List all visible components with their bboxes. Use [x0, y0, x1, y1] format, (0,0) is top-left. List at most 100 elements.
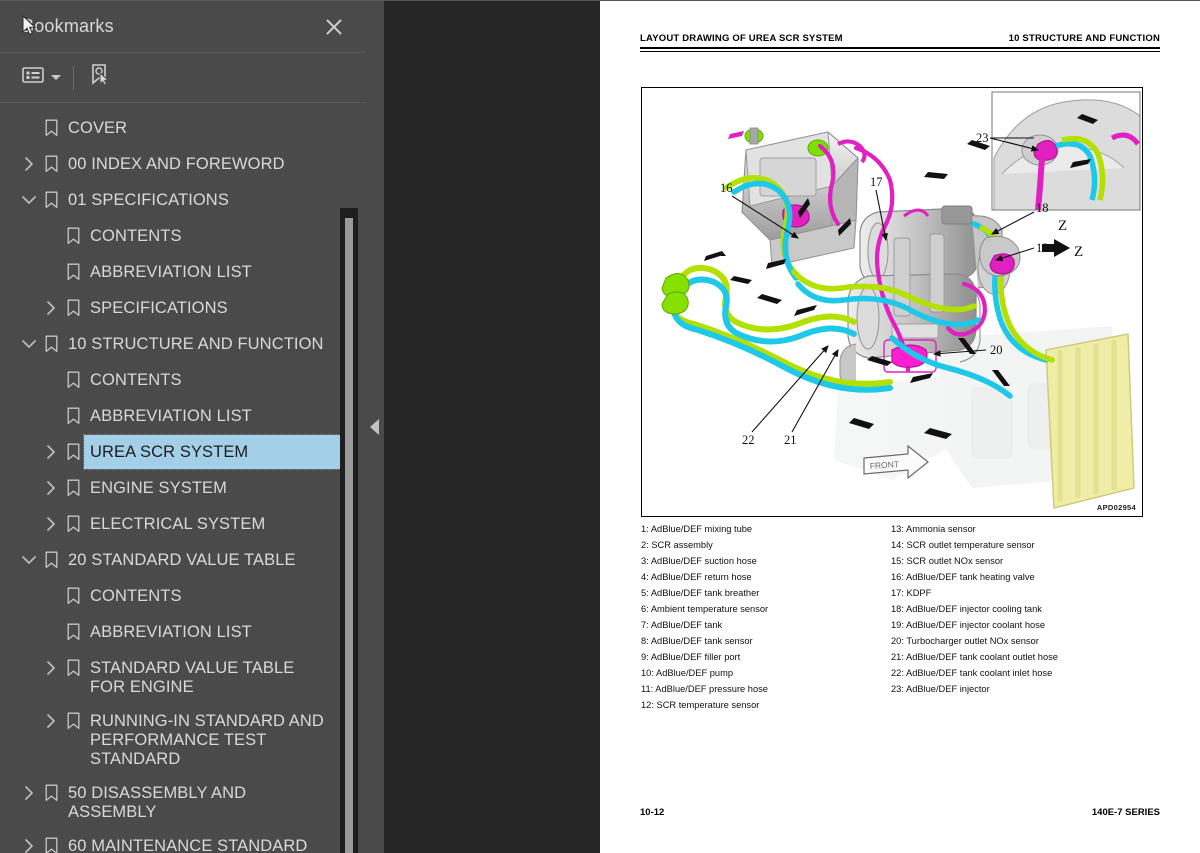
chevron-right-icon[interactable]: [40, 704, 62, 738]
legend-item: 8: AdBlue/DEF tank sensor: [641, 636, 753, 646]
chevron-right-icon[interactable]: [18, 147, 40, 181]
bookmark-ribbon-icon: [62, 255, 84, 289]
bookmark-label: 20 STANDARD VALUE TABLE: [68, 551, 296, 569]
legend-item: 9: AdBlue/DEF filler port: [641, 652, 741, 662]
bookmark-ribbon-icon: [40, 829, 62, 853]
svg-text:FRONT: FRONT: [869, 459, 899, 471]
legend-item: 12: SCR temperature sensor: [641, 700, 760, 710]
page-header: LAYOUT DRAWING OF UREA SCR SYSTEM 10 STR…: [640, 33, 1160, 44]
chevron-right-icon[interactable]: [40, 507, 62, 541]
bookmark-item[interactable]: ABBREVIATION LIST: [0, 399, 366, 435]
bookmark-item[interactable]: CONTENTS: [0, 219, 366, 255]
bookmarks-scrollbar-thumb[interactable]: [345, 218, 353, 853]
bookmark-label: ABBREVIATION LIST: [90, 263, 252, 281]
svg-text:20: 20: [990, 343, 1003, 357]
list-options-icon: [22, 66, 44, 89]
bookmark-item[interactable]: 01 SPECIFICATIONS: [0, 183, 366, 219]
page-footer: 10-12 140E-7 SERIES: [640, 807, 1160, 818]
pdf-reader-window: Bookmarks COVER 00 INDEX AND FOREWORD 01…: [0, 0, 1200, 853]
close-icon[interactable]: [322, 15, 346, 39]
svg-text:16: 16: [720, 181, 733, 195]
bookmark-item[interactable]: STANDARD VALUE TABLE FOR ENGINE: [0, 651, 366, 704]
bookmark-label: RUNNING-IN STANDARD AND PERFORMANCE TEST…: [90, 712, 324, 768]
bookmark-ribbon-icon: [62, 651, 84, 685]
bookmark-item[interactable]: 60 MAINTENANCE STANDARD: [0, 829, 366, 853]
legend-item: 5: AdBlue/DEF tank breather: [641, 588, 760, 598]
chevron-right-icon[interactable]: [40, 651, 62, 685]
bookmark-pointer-button[interactable]: [88, 63, 112, 93]
chevron-right-icon[interactable]: [40, 291, 62, 325]
toolbar-divider: [73, 65, 74, 90]
bookmark-item[interactable]: ABBREVIATION LIST: [0, 255, 366, 291]
legend-item: 21: AdBlue/DEF tank coolant outlet hose: [891, 652, 1058, 662]
bookmark-label: SPECIFICATIONS: [90, 299, 228, 317]
collapse-panel-arrow-icon[interactable]: [370, 419, 379, 435]
legend-item: 6: Ambient temperature sensor: [641, 604, 769, 614]
legend-item: 10: AdBlue/DEF pump: [641, 668, 733, 678]
bookmark-item[interactable]: ABBREVIATION LIST: [0, 615, 366, 651]
legend-item: 23: AdBlue/DEF injector: [891, 684, 990, 694]
chevron-right-icon[interactable]: [18, 776, 40, 810]
chevron-right-icon[interactable]: [40, 435, 62, 469]
page-header-rule: [640, 47, 1160, 52]
bookmark-label: CONTENTS: [90, 371, 182, 389]
figure-layout-drawing: Z Z FRONT 16 17 18 19 20 21 22 23 APD029…: [641, 87, 1143, 517]
bookmarks-panel-header: Bookmarks: [0, 1, 366, 53]
legend-item: 11: AdBlue/DEF pressure hose: [641, 684, 768, 694]
bookmark-ribbon-icon: [62, 507, 84, 541]
bookmark-label: ENGINE SYSTEM: [90, 479, 227, 497]
bookmark-ribbon-icon: [62, 219, 84, 253]
bookmark-item[interactable]: 50 DISASSEMBLY AND ASSEMBLY: [0, 776, 366, 829]
bookmarks-tree[interactable]: COVER 00 INDEX AND FOREWORD 01 SPECIFICATI…: [0, 103, 366, 853]
bookmark-item[interactable]: 10 STRUCTURE AND FUNCTION: [0, 327, 366, 363]
page-header-right: 10 STRUCTURE AND FUNCTION: [1008, 33, 1160, 44]
bookmark-item[interactable]: 20 STANDARD VALUE TABLE: [0, 543, 366, 579]
bookmark-item[interactable]: CONTENTS: [0, 363, 366, 399]
bookmark-ribbon-icon: [40, 776, 62, 810]
figure-legend: 1: AdBlue/DEF mixing tube 2: SCR assembly…: [641, 521, 1141, 713]
legend-item: 3: AdBlue/DEF suction hose: [641, 556, 757, 566]
bookmark-item[interactable]: 00 INDEX AND FOREWORD: [0, 147, 366, 183]
bookmarks-scrollbar[interactable]: [340, 208, 358, 853]
legend-item: 18: AdBlue/DEF injector cooling tank: [891, 604, 1042, 614]
hose-connectors: [661, 273, 690, 315]
legend-column-right: 13: Ammonia sensor 14: SCR outlet tempera…: [891, 521, 1141, 713]
chevron-right-icon[interactable]: [40, 471, 62, 505]
chevron-down-icon[interactable]: [18, 183, 40, 217]
bookmark-item[interactable]: ENGINE SYSTEM: [0, 471, 366, 507]
chevron-down-icon[interactable]: [18, 543, 40, 577]
bookmark-item[interactable]: RUNNING-IN STANDARD AND PERFORMANCE TEST…: [0, 704, 366, 776]
page-number: 10-12: [640, 807, 665, 818]
svg-text:19: 19: [1036, 241, 1049, 255]
bookmark-item[interactable]: ELECTRICAL SYSTEM: [0, 507, 366, 543]
bookmark-ribbon-icon: [40, 111, 62, 145]
bookmark-ribbon-icon: [62, 471, 84, 505]
chevron-down-icon[interactable]: [18, 327, 40, 361]
legend-item: 7: AdBlue/DEF tank: [641, 620, 723, 630]
bookmark-label: UREA SCR SYSTEM: [83, 434, 341, 470]
bookmark-item[interactable]: COVER: [0, 111, 366, 147]
bookmark-label: ABBREVIATION LIST: [90, 623, 252, 641]
bookmark-ribbon-icon: [62, 704, 84, 738]
bookmark-ribbon-icon: [62, 363, 84, 397]
bookmark-item[interactable]: UREA SCR SYSTEM: [0, 434, 366, 471]
bookmark-label: 60 MAINTENANCE STANDARD: [68, 837, 308, 853]
bookmark-ribbon-icon: [40, 183, 62, 217]
bookmark-label: ABBREVIATION LIST: [90, 407, 252, 425]
chevron-right-icon[interactable]: [18, 829, 40, 853]
bookmark-label: 50 DISASSEMBLY AND ASSEMBLY: [68, 784, 247, 821]
pdf-viewer: LAYOUT DRAWING OF UREA SCR SYSTEM 10 STR…: [384, 0, 1200, 853]
bookmark-label: STANDARD VALUE TABLE FOR ENGINE: [90, 659, 295, 696]
bookmark-item[interactable]: SPECIFICATIONS: [0, 291, 366, 327]
list-options-button[interactable]: [22, 63, 61, 93]
legend-item: 17: KDPF: [891, 588, 932, 598]
panel-divider[interactable]: [366, 0, 384, 853]
bookmark-item[interactable]: CONTENTS: [0, 579, 366, 615]
legend-item: 14: SCR outlet temperature sensor: [891, 540, 1035, 550]
figure-id: APD02954: [1096, 503, 1136, 512]
